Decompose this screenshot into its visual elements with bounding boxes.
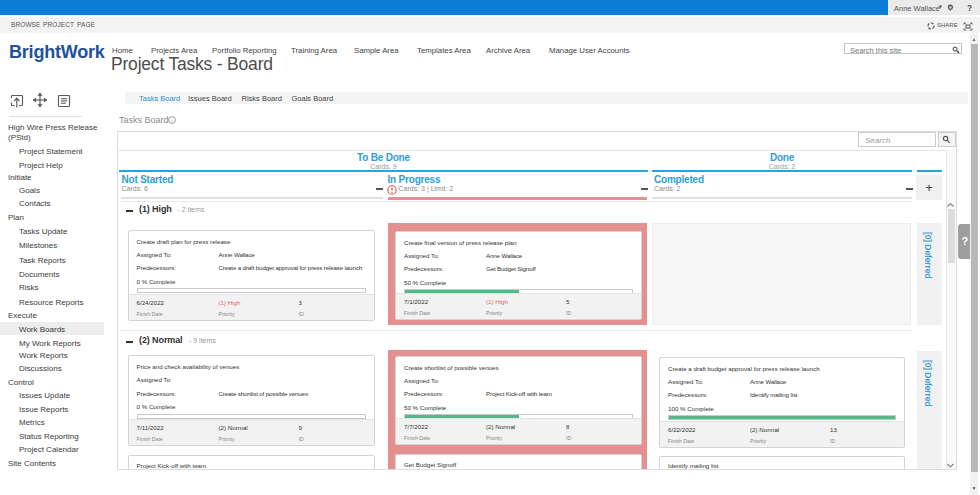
svg-text:i: i [171,118,173,123]
